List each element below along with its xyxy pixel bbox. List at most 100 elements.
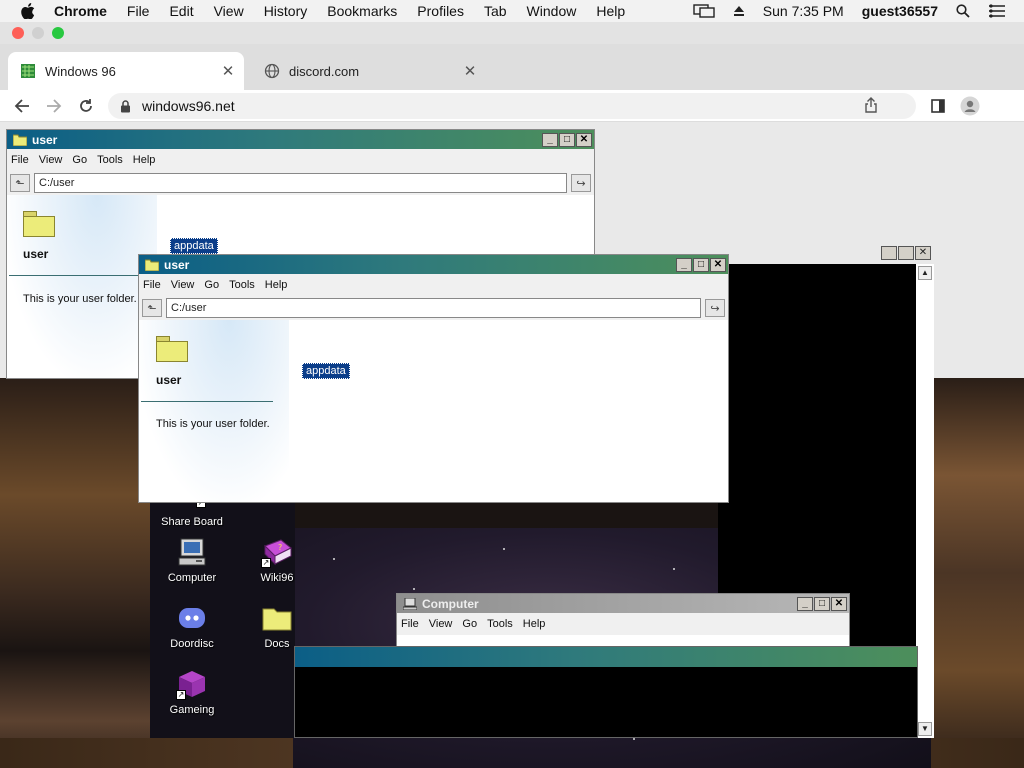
window-title-bar[interactable]: Computer _ □ ✕ xyxy=(397,594,849,613)
share-icon[interactable] xyxy=(864,97,878,116)
desktop-icon-label: Computer xyxy=(167,572,217,584)
reload-button[interactable] xyxy=(74,94,98,118)
menu-tab[interactable]: Tab xyxy=(484,3,507,19)
window-title-bar[interactable] xyxy=(295,647,917,667)
forward-button[interactable] xyxy=(42,94,66,118)
go-button[interactable]: ↪ xyxy=(571,174,591,192)
close-icon[interactable]: ✕ xyxy=(710,257,726,272)
up-folder-button[interactable]: ⬑ xyxy=(10,174,30,192)
close-window-button[interactable] xyxy=(12,27,24,39)
terminal-window[interactable] xyxy=(294,646,918,738)
close-icon[interactable]: ✕ xyxy=(831,596,847,611)
side-panel-icon[interactable] xyxy=(926,94,950,118)
browser-toolbar: windows96.net xyxy=(0,90,1024,122)
menu-history[interactable]: History xyxy=(264,3,308,19)
back-button[interactable] xyxy=(10,94,34,118)
folder-icon xyxy=(13,134,27,146)
browser-title-bar xyxy=(0,22,1024,44)
minimize-icon[interactable]: _ xyxy=(676,257,692,272)
macos-menu-bar: Chrome File Edit View History Bookmarks … xyxy=(0,0,1024,22)
eject-icon[interactable] xyxy=(733,5,745,17)
control-center-icon[interactable] xyxy=(988,4,1006,18)
menu-file[interactable]: File xyxy=(401,618,419,630)
menu-view[interactable]: View xyxy=(39,154,63,166)
window-title-bar[interactable]: user _ □ ✕ xyxy=(139,255,728,274)
menu-profiles[interactable]: Profiles xyxy=(417,3,464,19)
menu-help[interactable]: Help xyxy=(523,618,546,630)
maximize-icon[interactable] xyxy=(898,246,914,260)
desktop-icon-label: Share Board xyxy=(161,516,223,528)
menu-view[interactable]: View xyxy=(214,3,244,19)
close-icon[interactable]: ✕ xyxy=(915,246,931,260)
address-bar[interactable]: windows96.net xyxy=(108,93,916,119)
close-tab-icon[interactable]: ✕ xyxy=(218,61,238,81)
desktop-wallpaper-right xyxy=(930,378,1024,768)
maximize-icon[interactable]: □ xyxy=(814,596,830,611)
tab-windows96[interactable]: Windows 96 ✕ xyxy=(8,52,244,90)
spotlight-search-icon[interactable] xyxy=(956,4,970,18)
windows96-page: ↗ Share Board Computer ? ↗ Wiki96 Doordi… xyxy=(0,122,1024,768)
menu-view[interactable]: View xyxy=(429,618,453,630)
apple-icon[interactable] xyxy=(20,3,36,19)
menu-help[interactable]: Help xyxy=(133,154,156,166)
menu-app-name[interactable]: Chrome xyxy=(54,3,107,19)
menu-file[interactable]: File xyxy=(11,154,29,166)
desktop-icon-docs[interactable]: Docs xyxy=(242,602,312,650)
menu-tools[interactable]: Tools xyxy=(229,279,255,291)
window-title: user xyxy=(164,257,190,272)
vertical-scrollbar[interactable]: ▲ ▼ xyxy=(916,264,934,738)
menu-user-name[interactable]: guest36557 xyxy=(862,3,938,19)
desktop-icon-gameing[interactable]: ↗ Gameing xyxy=(157,668,227,716)
menu-help[interactable]: Help xyxy=(596,3,625,19)
file-item-appdata[interactable]: appdata xyxy=(170,238,218,254)
desktop-icon-wiki96[interactable]: ? ↗ Wiki96 xyxy=(242,536,312,584)
window-title-bar[interactable]: user _ □ ✕ xyxy=(7,130,594,149)
menu-go[interactable]: Go xyxy=(462,618,477,630)
menu-file[interactable]: File xyxy=(127,3,150,19)
scroll-down-icon[interactable]: ▼ xyxy=(918,722,932,736)
path-input[interactable]: C:/user xyxy=(34,173,567,193)
maximize-icon[interactable]: □ xyxy=(559,132,575,147)
shortcut-arrow-icon: ↗ xyxy=(261,558,271,568)
menu-edit[interactable]: Edit xyxy=(169,3,193,19)
window-menu-bar: File View Go Tools Help xyxy=(7,149,594,171)
scroll-up-icon[interactable]: ▲ xyxy=(918,266,932,280)
window-title: Computer xyxy=(422,596,479,611)
menu-go[interactable]: Go xyxy=(204,279,219,291)
go-button[interactable]: ↪ xyxy=(705,299,725,317)
minimize-window-button[interactable] xyxy=(32,27,44,39)
minimize-icon[interactable] xyxy=(881,246,897,260)
file-item-appdata[interactable]: appdata xyxy=(302,363,350,379)
discord-icon xyxy=(176,602,208,634)
close-tab-icon[interactable]: ✕ xyxy=(460,61,480,81)
desktop-icon-label: Doordisc xyxy=(170,638,214,650)
up-folder-button[interactable]: ⬑ xyxy=(142,299,162,317)
menu-window[interactable]: Window xyxy=(527,3,577,19)
profile-avatar-icon[interactable] xyxy=(958,94,982,118)
menu-clock[interactable]: Sun 7:35 PM xyxy=(763,3,844,19)
lock-icon[interactable] xyxy=(120,99,134,113)
menu-view[interactable]: View xyxy=(171,279,195,291)
zoom-window-button[interactable] xyxy=(52,27,64,39)
computer-icon xyxy=(176,536,208,568)
folder-icon xyxy=(261,602,293,634)
tab-discord[interactable]: discord.com ✕ xyxy=(252,52,486,90)
desktop-icon-computer[interactable]: Computer xyxy=(157,536,227,584)
menu-file[interactable]: File xyxy=(143,279,161,291)
folder-icon xyxy=(23,211,55,237)
screen-mirroring-icon[interactable] xyxy=(693,4,715,18)
menu-go[interactable]: Go xyxy=(72,154,87,166)
explorer-window-front[interactable]: user _ □ ✕ File View Go Tools Help ⬑ C:/… xyxy=(138,254,729,503)
path-input[interactable]: C:/user xyxy=(166,298,701,318)
menu-tools[interactable]: Tools xyxy=(487,618,513,630)
close-icon[interactable]: ✕ xyxy=(576,132,592,147)
minimize-icon[interactable]: _ xyxy=(797,596,813,611)
minimize-icon[interactable]: _ xyxy=(542,132,558,147)
menu-tools[interactable]: Tools xyxy=(97,154,123,166)
windows96-favicon-icon xyxy=(20,63,36,79)
desktop-icon-doordisc[interactable]: Doordisc xyxy=(157,602,227,650)
maximize-icon[interactable]: □ xyxy=(693,257,709,272)
menu-help[interactable]: Help xyxy=(265,279,288,291)
computer-window[interactable]: Computer _ □ ✕ File View Go Tools Help xyxy=(396,593,850,649)
menu-bookmarks[interactable]: Bookmarks xyxy=(327,3,397,19)
